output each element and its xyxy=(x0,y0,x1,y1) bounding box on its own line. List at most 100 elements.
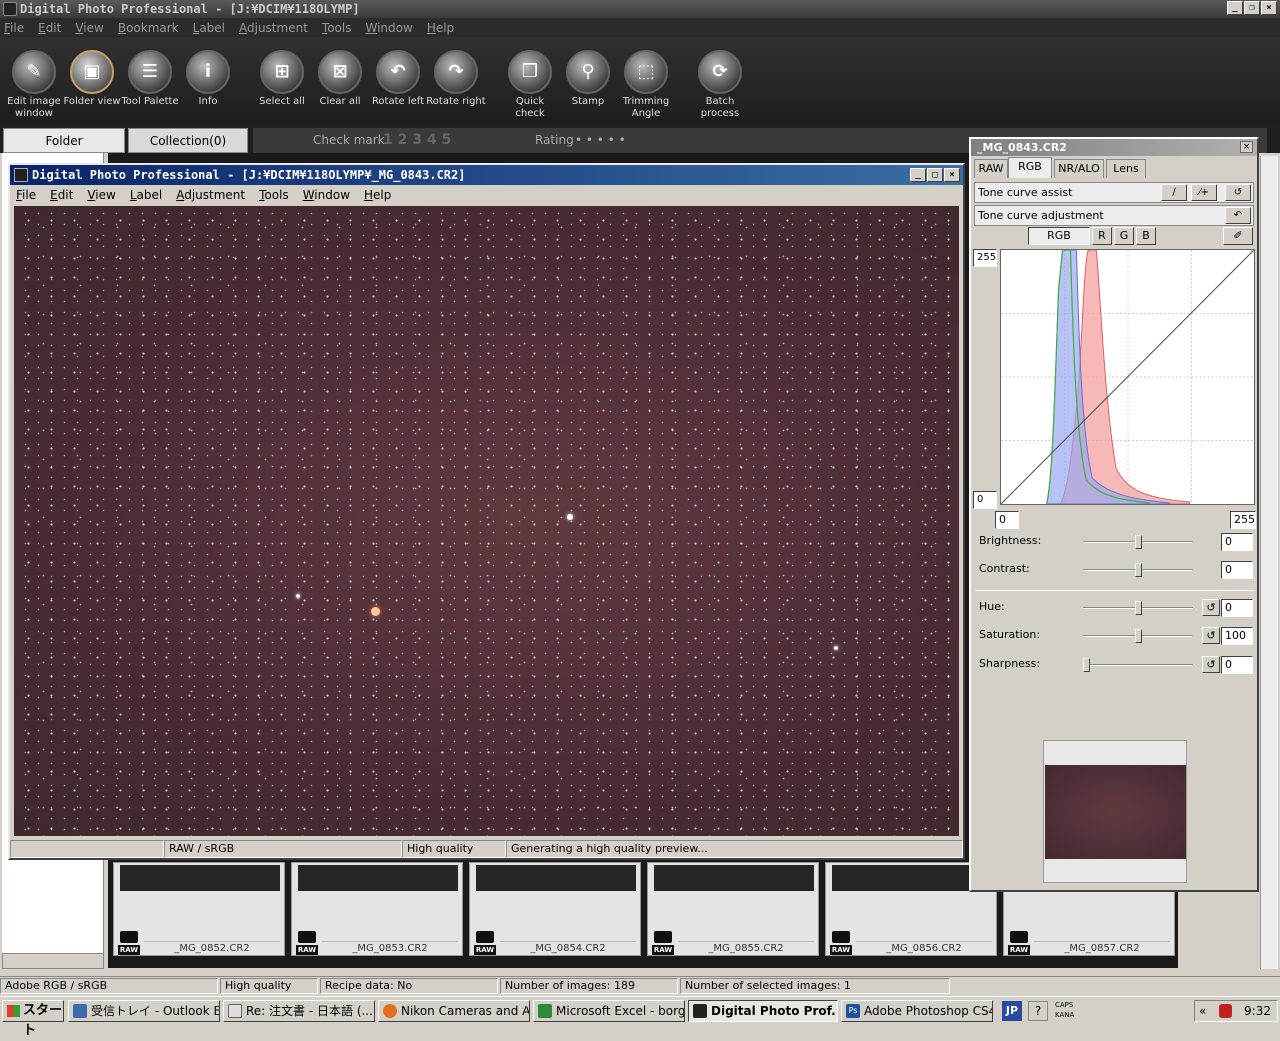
quick-check-button[interactable]: ❐ Quick check xyxy=(500,47,560,120)
slider-track[interactable] xyxy=(1083,629,1193,643)
maximize-button[interactable]: □ xyxy=(927,168,943,182)
slider-reset-icon[interactable]: ↺ xyxy=(1202,656,1220,673)
trimming-angle-button[interactable]: ⬚ Trimming Angle xyxy=(616,47,676,120)
close-button[interactable]: × xyxy=(944,168,960,182)
rotate-right-button[interactable]: ↷ Rotate right xyxy=(426,47,486,108)
taskbar-mail[interactable]: Re: 注文書 - 日本語 (... xyxy=(223,1000,375,1022)
tone-curve-histogram[interactable] xyxy=(1000,249,1255,505)
tray-expand-icon[interactable]: « xyxy=(1199,1001,1206,1021)
taskbar-firefox[interactable]: Nikon Cameras and A... xyxy=(378,1000,530,1022)
select-all-button[interactable]: ⊞ Select all xyxy=(252,47,312,108)
menu-help[interactable]: Help xyxy=(427,21,454,35)
taskbar-outlook[interactable]: 受信トレイ - Outlook E... xyxy=(68,1000,220,1022)
slider-reset-icon[interactable]: ↺ xyxy=(1202,599,1220,616)
rotate-left-button[interactable]: ↶ Rotate left xyxy=(368,47,428,108)
image-window-statusbar: RAW / sRGB High quality Generating a hig… xyxy=(10,840,963,858)
menu-view[interactable]: View xyxy=(87,188,115,202)
rating-filter[interactable]: • • • • • xyxy=(575,128,626,152)
menu-label[interactable]: Label xyxy=(193,21,225,35)
channel-g[interactable]: G xyxy=(1114,227,1134,245)
menu-window[interactable]: Window xyxy=(365,21,412,35)
slider-value-input[interactable]: 0 xyxy=(1221,599,1253,617)
slider-thumb[interactable] xyxy=(1135,535,1142,549)
slider-thumb[interactable] xyxy=(1135,563,1142,577)
close-button[interactable]: × xyxy=(1261,1,1277,15)
reset-curve-icon[interactable]: ↺ xyxy=(1225,184,1251,201)
slider-thumb[interactable] xyxy=(1135,629,1142,643)
thumbnail-card[interactable]: RAW _MG_0853.CR2 xyxy=(291,862,463,956)
restore-button[interactable]: ❐ xyxy=(1244,1,1260,15)
quick-check-icon: ❐ xyxy=(508,50,552,94)
language-indicator[interactable]: JP xyxy=(1002,1001,1022,1021)
minimize-button[interactable]: _ xyxy=(910,168,926,182)
channel-r[interactable]: R xyxy=(1092,227,1112,245)
slider-value-input[interactable]: 0 xyxy=(1221,561,1253,579)
tab-lens[interactable]: Lens xyxy=(1106,159,1146,178)
channel-rgb[interactable]: RGB xyxy=(1028,227,1090,245)
slider-track[interactable] xyxy=(1083,601,1193,615)
slider-value-input[interactable]: 100 xyxy=(1221,627,1253,645)
batch-process-icon: ⟳ xyxy=(698,50,742,94)
thumbnail-card[interactable]: RAW _MG_0855.CR2 xyxy=(647,862,819,956)
input-high[interactable]: 255 xyxy=(1230,511,1256,529)
menu-edit[interactable]: Edit xyxy=(50,188,73,202)
taskbar-photoshop[interactable]: PsAdobe Photoshop CS4 ... xyxy=(841,1000,993,1022)
slider-value-input[interactable]: 0 xyxy=(1221,656,1253,674)
linear-curve-icon[interactable]: ∕ xyxy=(1161,184,1187,201)
batch-process-button[interactable]: ⟳ Batch process xyxy=(690,47,750,120)
menu-bookmark[interactable]: Bookmark xyxy=(118,21,179,35)
folder-view-button[interactable]: ▣ Folder view xyxy=(62,47,122,108)
help-icon[interactable]: ? xyxy=(1028,1001,1048,1021)
tab-rgb[interactable]: RGB xyxy=(1008,157,1052,178)
menu-help[interactable]: Help xyxy=(364,188,391,202)
menu-label[interactable]: Label xyxy=(130,188,162,202)
start-button[interactable]: スタート xyxy=(2,1000,64,1038)
menu-file[interactable]: File xyxy=(16,188,36,202)
slider-thumb[interactable] xyxy=(1135,601,1142,615)
image-edit-window[interactable]: Digital Photo Professional - [J:¥DCIM¥11… xyxy=(8,163,965,860)
folder-tree-hscrollbar[interactable] xyxy=(2,953,104,969)
slider-thumb[interactable] xyxy=(1083,658,1090,672)
menu-tools[interactable]: Tools xyxy=(322,21,352,35)
slider-reset-icon[interactable]: ↺ xyxy=(1202,627,1220,644)
edit-image-window-button[interactable]: ✎ Edit image window xyxy=(4,47,64,120)
photo-preview[interactable] xyxy=(14,206,959,836)
palette-close-button[interactable]: × xyxy=(1240,141,1253,153)
menu-window[interactable]: Window xyxy=(303,188,350,202)
security-icon[interactable] xyxy=(1219,1004,1232,1018)
channel-b[interactable]: B xyxy=(1136,227,1156,245)
menu-edit[interactable]: Edit xyxy=(38,21,61,35)
tool-palette-button[interactable]: ☰ Tool Palette xyxy=(120,47,180,108)
tab-nr-alo[interactable]: NR/ALO xyxy=(1054,159,1104,178)
tab-collection[interactable]: Collection(0) xyxy=(128,128,248,153)
menu-view[interactable]: View xyxy=(75,21,103,35)
taskbar-dpp[interactable]: Digital Photo Prof... xyxy=(688,1000,838,1022)
slider-track[interactable] xyxy=(1083,563,1193,577)
auto-curve-icon[interactable]: ⁄+ xyxy=(1191,184,1217,201)
menu-adjustment[interactable]: Adjustment xyxy=(176,188,245,202)
clear-all-button[interactable]: ⊠ Clear all xyxy=(310,47,370,108)
navigator-preview[interactable] xyxy=(1043,740,1187,883)
ime-status[interactable]: CAPS KANA xyxy=(1055,1000,1074,1020)
input-low[interactable]: 0 xyxy=(995,511,1019,529)
info-button[interactable]: i Info xyxy=(178,47,238,108)
thumbnail-card[interactable]: RAW _MG_0852.CR2 xyxy=(113,862,285,956)
taskbar-excel[interactable]: Microsoft Excel - borg... xyxy=(533,1000,685,1022)
slider-value-input[interactable]: 0 xyxy=(1221,533,1253,551)
slider-track[interactable] xyxy=(1083,535,1193,549)
minimize-button[interactable]: _ xyxy=(1227,1,1243,15)
menu-file[interactable]: File xyxy=(4,21,24,35)
tool-palette[interactable]: _MG_0843.CR2 × RAW RGB NR/ALO Lens Tone … xyxy=(969,137,1259,892)
undo-icon[interactable]: ↶ xyxy=(1225,207,1251,224)
thumbnail-card[interactable]: RAW _MG_0854.CR2 xyxy=(469,862,641,956)
menu-adjustment[interactable]: Adjustment xyxy=(239,21,308,35)
thumbnail-vscrollbar[interactable] xyxy=(1260,156,1278,969)
checkmark-filter[interactable]: 1 2 3 4 5 xyxy=(383,128,451,152)
eyedropper-icon[interactable]: ✐ xyxy=(1223,227,1253,245)
slider-track[interactable] xyxy=(1083,658,1193,672)
tab-folder[interactable]: Folder xyxy=(3,128,125,153)
menu-tools[interactable]: Tools xyxy=(259,188,289,202)
stamp-button[interactable]: ⚲ Stamp xyxy=(558,47,618,108)
info-icon: i xyxy=(186,50,230,94)
tab-raw[interactable]: RAW xyxy=(974,159,1008,178)
